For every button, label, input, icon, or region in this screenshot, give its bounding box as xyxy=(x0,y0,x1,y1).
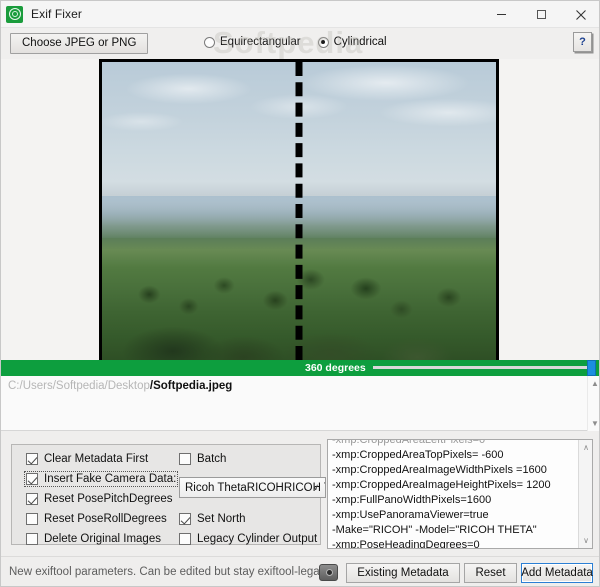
radio-cylindrical-dot xyxy=(317,36,329,48)
metadata-line: -xmp:CroppedAreaLeftPixels=0 xyxy=(332,439,486,446)
file-path-filename: /Softpedia.jpeg xyxy=(149,380,233,392)
checkbox-label: Set North xyxy=(197,513,246,525)
checkbox-box xyxy=(179,453,191,465)
checkbox-label: Batch xyxy=(197,453,227,465)
checkbox-box xyxy=(26,473,38,485)
scroll-up-icon[interactable]: ▲ xyxy=(588,377,599,390)
exif-fixer-window: Exif Fixer Choose JPEG or PNG Equirectan… xyxy=(0,0,600,587)
maximize-icon[interactable] xyxy=(521,1,561,28)
checkbox-box xyxy=(26,493,38,505)
checkbox-batch[interactable]: Batch xyxy=(179,453,226,465)
file-list-scrollbar[interactable]: ▲ ▼ xyxy=(587,376,599,431)
window-title: Exif Fixer xyxy=(31,7,83,21)
checkbox-set-north[interactable]: Set North xyxy=(179,513,246,525)
minimize-icon[interactable] xyxy=(481,1,521,28)
chevron-down-icon: ∨ xyxy=(312,482,319,492)
scroll-up-icon[interactable]: ∧ xyxy=(579,441,592,454)
choose-file-button[interactable]: Choose JPEG or PNG xyxy=(10,33,149,54)
file-path: C:/Users/Softpedia/Desktop/Softpedia.jpe… xyxy=(8,380,232,392)
checkbox-insert-fake-camera-data[interactable]: Insert Fake Camera Data: xyxy=(23,471,179,487)
status-message: New exiftool parameters. Can be edited b… xyxy=(9,566,326,578)
panorama-preview[interactable] xyxy=(99,59,499,360)
radio-equirectangular[interactable]: Equirectangular xyxy=(204,36,301,48)
options-panel: Clear Metadata First Insert Fake Camera … xyxy=(1,431,599,556)
metadata-scrollbar[interactable]: ∧ ∨ xyxy=(578,440,592,548)
camera-icon[interactable] xyxy=(319,564,338,581)
degrees-bar: 360 degrees xyxy=(1,360,599,376)
scroll-down-icon[interactable]: ∨ xyxy=(579,534,592,547)
window-controls xyxy=(481,1,599,28)
metadata-line: -xmp:FullPanoWidthPixels=1600 xyxy=(332,494,492,506)
checkbox-box xyxy=(26,453,38,465)
checkbox-box xyxy=(179,533,191,545)
file-list-panel[interactable]: C:/Users/Softpedia/Desktop/Softpedia.jpe… xyxy=(1,376,599,431)
metadata-lines: -xmp:CroppedAreaLeftPixels=0 -xmp:Croppe… xyxy=(328,439,579,549)
checkbox-label: Legacy Cylinder Output xyxy=(197,533,318,545)
camera-model-value: Ricoh ThetaRICOHRICOH T xyxy=(185,481,326,494)
title-bar: Exif Fixer xyxy=(1,1,599,28)
slider-track xyxy=(373,366,589,369)
help-button[interactable]: ? xyxy=(573,32,592,52)
metadata-line: -xmp:CroppedAreaTopPixels= -600 xyxy=(332,449,504,461)
metadata-line: -xmp:CroppedAreaImageHeightPixels= 1200 xyxy=(332,479,551,491)
degrees-slider[interactable] xyxy=(373,360,599,376)
seam-dashed-line[interactable] xyxy=(295,62,303,360)
checkbox-label: Delete Original Images xyxy=(44,533,161,545)
checkbox-label: Insert Fake Camera Data: xyxy=(44,473,177,485)
scroll-down-icon[interactable]: ▼ xyxy=(588,417,599,430)
checkbox-delete-original-images[interactable]: Delete Original Images xyxy=(26,533,161,545)
file-path-directory: C:/Users/Softpedia/Desktop xyxy=(8,380,150,392)
metadata-line: -xmp:UsePanoramaViewer=true xyxy=(332,509,489,521)
camera-lens-icon xyxy=(6,5,23,23)
checkbox-label: Reset PosePitchDegrees xyxy=(44,493,173,505)
checkbox-label: Clear Metadata First xyxy=(44,453,149,465)
metadata-line: -xmp:CroppedAreaImageWidthPixels =1600 xyxy=(332,464,547,476)
toolbar: Choose JPEG or PNG Equirectangular Cylin… xyxy=(1,28,599,59)
metadata-line: -Make="RICOH" -Model="RICOH THETA" xyxy=(332,524,537,536)
radio-cylindrical-label: Cylindrical xyxy=(333,36,387,48)
close-icon[interactable] xyxy=(561,1,599,28)
status-bar: New exiftool parameters. Can be edited b… xyxy=(1,556,599,586)
metadata-line: -xmp:PoseHeadingDegrees=0 xyxy=(332,539,480,549)
reset-button[interactable]: Reset xyxy=(464,563,517,583)
checkbox-legacy-cylinder-output[interactable]: Legacy Cylinder Output xyxy=(179,533,317,545)
slider-thumb[interactable] xyxy=(587,360,596,376)
options-groupbox: Clear Metadata First Insert Fake Camera … xyxy=(11,444,326,545)
checkbox-box xyxy=(26,513,38,525)
radio-equirectangular-dot xyxy=(204,36,215,48)
checkbox-reset-poserolldegrees[interactable]: Reset PoseRollDegrees xyxy=(26,513,167,525)
camera-model-select[interactable]: Ricoh ThetaRICOHRICOH T ∨ xyxy=(179,477,326,498)
checkbox-clear-metadata-first[interactable]: Clear Metadata First xyxy=(26,453,148,465)
existing-metadata-button[interactable]: Existing Metadata xyxy=(346,563,460,583)
preview-area xyxy=(1,59,599,360)
radio-cylindrical[interactable]: Cylindrical xyxy=(317,36,387,48)
metadata-textbox[interactable]: -xmp:CroppedAreaLeftPixels=0 -xmp:Croppe… xyxy=(327,439,593,549)
checkbox-reset-posepitchdegrees[interactable]: Reset PosePitchDegrees xyxy=(26,493,172,505)
add-metadata-button[interactable]: Add Metadata xyxy=(521,563,593,583)
degrees-label: 360 degrees xyxy=(305,362,366,374)
projection-radio-group: Equirectangular Cylindrical xyxy=(204,36,387,48)
checkbox-box xyxy=(26,533,38,545)
radio-equirectangular-label: Equirectangular xyxy=(220,36,301,48)
checkbox-label: Reset PoseRollDegrees xyxy=(44,513,167,525)
checkbox-box xyxy=(179,513,191,525)
